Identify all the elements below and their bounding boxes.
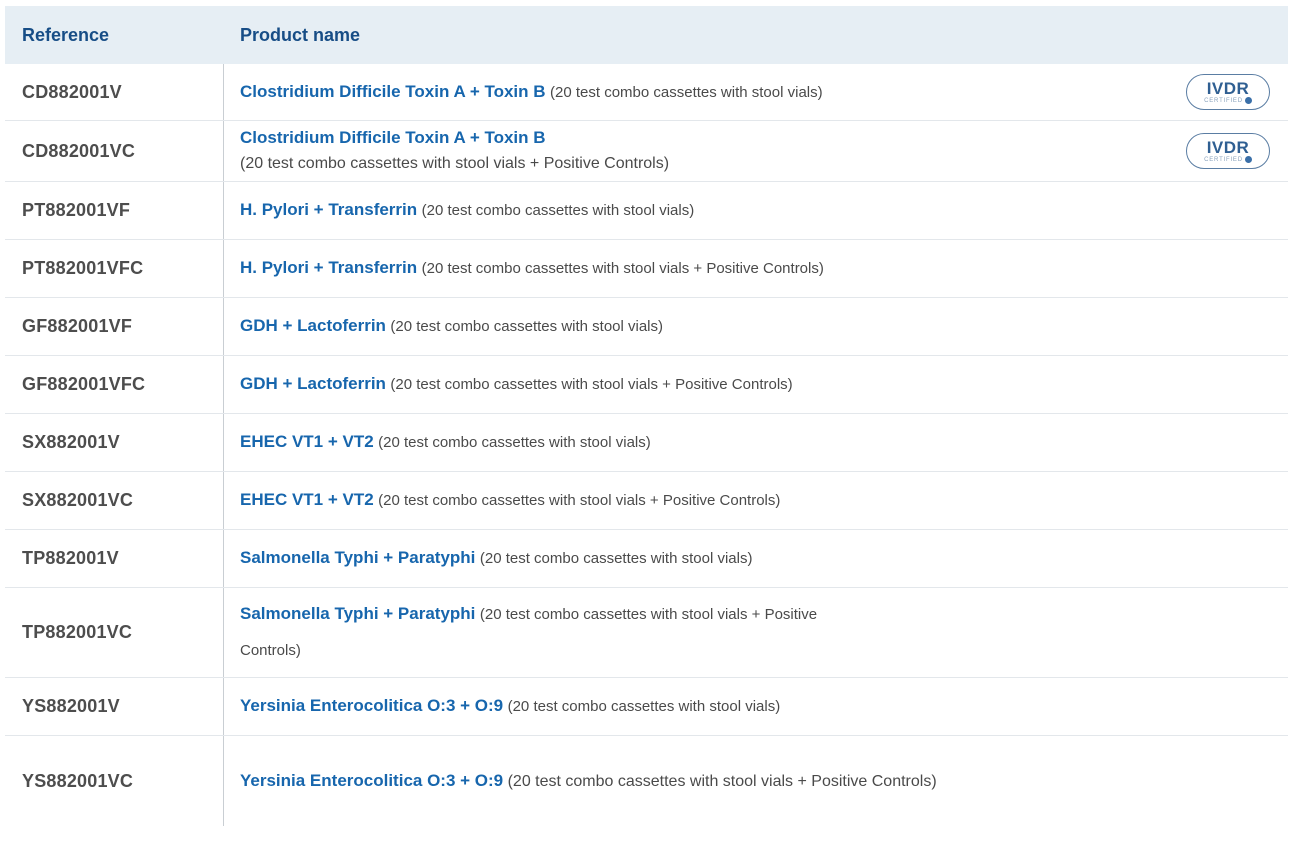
product-name-link[interactable]: EHEC VT1 + VT2 [240, 490, 374, 509]
header-product-label: Product name [240, 24, 361, 45]
table-row: CD882001V Clostridium Difficile Toxin A … [5, 64, 1288, 121]
ivdr-certified-badge: IVDR CERTIFIED [1186, 74, 1270, 110]
product-name-link[interactable]: GDH + Lactoferrin [240, 374, 386, 393]
check-icon [1244, 97, 1252, 104]
reference-cell: PT882001VF [5, 182, 224, 239]
product-cell: H. Pylori + Transferrin (20 test combo c… [224, 182, 1288, 239]
product-name-link[interactable]: GDH + Lactoferrin [240, 316, 386, 335]
reference-cell: GF882001VF [5, 298, 224, 355]
product-name-link[interactable]: EHEC VT1 + VT2 [240, 432, 374, 451]
product-description-continued: Controls) [240, 642, 301, 659]
reference-cell: YS882001VC [5, 736, 224, 826]
table-row: TP882001VC Salmonella Typhi + Paratyphi … [5, 588, 1288, 678]
reference-cell: SX882001VC [5, 472, 224, 529]
table-row: PT882001VF H. Pylori + Transferrin (20 t… [5, 182, 1288, 240]
reference-code: GF882001VFC [22, 374, 146, 394]
table-row: YS882001VC Yersinia Enterocolitica O:3 +… [5, 736, 1288, 826]
product-cell: H. Pylori + Transferrin (20 test combo c… [224, 240, 1288, 297]
reference-cell: YS882001V [5, 678, 224, 735]
reference-code: YS882001V [22, 696, 120, 716]
product-description: (20 test combo cassettes with stool vial… [378, 434, 651, 451]
product-cell: EHEC VT1 + VT2 (20 test combo cassettes … [224, 414, 1288, 471]
badge-title: IVDR [1206, 137, 1250, 157]
product-description: (20 test combo cassettes with stool vial… [479, 606, 818, 623]
reference-code: CD882001VC [22, 140, 136, 161]
product-cell: Salmonella Typhi + Paratyphi (20 test co… [224, 530, 1288, 587]
reference-code: TP882001VC [22, 622, 133, 642]
reference-cell: SX882001V [5, 414, 224, 471]
product-name-link[interactable]: Clostridium Difficile Toxin A + Toxin B [240, 125, 546, 151]
reference-code: GF882001VF [22, 316, 133, 336]
product-description: (20 test combo cassettes with stool vial… [378, 492, 781, 509]
product-name-link[interactable]: Clostridium Difficile Toxin A + Toxin B [240, 82, 546, 101]
ivdr-certified-badge: IVDR CERTIFIED [1186, 133, 1270, 169]
table-row: SX882001V EHEC VT1 + VT2 (20 test combo … [5, 414, 1288, 472]
product-name-link[interactable]: Salmonella Typhi + Paratyphi [240, 604, 475, 623]
product-cell: Salmonella Typhi + Paratyphi (20 test co… [224, 588, 1288, 677]
reference-code: SX882001V [22, 432, 120, 452]
badge-subtitle: CERTIFIED [1204, 97, 1243, 104]
product-cell: Clostridium Difficile Toxin A + Toxin B … [224, 121, 1288, 181]
table-row: CD882001VC Clostridium Difficile Toxin A… [5, 121, 1288, 182]
product-name-link[interactable]: Yersinia Enterocolitica O:3 + O:9 [240, 696, 503, 715]
table-header: Reference Product name [5, 6, 1288, 64]
product-name-link[interactable]: Salmonella Typhi + Paratyphi [240, 548, 475, 567]
reference-cell: GF882001VFC [5, 356, 224, 413]
product-description: (20 test combo cassettes with stool vial… [240, 155, 670, 172]
product-cell: GDH + Lactoferrin (20 test combo cassett… [224, 298, 1288, 355]
header-reference: Reference [5, 6, 224, 64]
product-table: Reference Product name CD882001V Clostri… [5, 6, 1288, 826]
product-cell: GDH + Lactoferrin (20 test combo cassett… [224, 356, 1288, 413]
product-cell: Yersinia Enterocolitica O:3 + O:9 (20 te… [224, 678, 1288, 735]
reference-cell: CD882001V [5, 64, 224, 120]
reference-cell: TP882001V [5, 530, 224, 587]
product-description: (20 test combo cassettes with stool vial… [421, 202, 695, 219]
table-row: YS882001V Yersinia Enterocolitica O:3 + … [5, 678, 1288, 736]
product-description: (20 test combo cassettes with stool vial… [507, 698, 781, 715]
product-cell: Clostridium Difficile Toxin A + Toxin B … [224, 64, 1288, 120]
product-name-link[interactable]: H. Pylori + Transferrin [240, 200, 417, 219]
product-name-link[interactable]: H. Pylori + Transferrin [240, 258, 417, 277]
header-reference-label: Reference [22, 24, 110, 45]
reference-code: YS882001VC [22, 770, 134, 791]
product-cell: Yersinia Enterocolitica O:3 + O:9 (20 te… [224, 736, 1288, 826]
product-description: (20 test combo cassettes with stool vial… [421, 260, 824, 277]
reference-code: CD882001V [22, 81, 122, 102]
reference-cell: CD882001VC [5, 121, 224, 181]
header-product-name: Product name [224, 6, 1288, 64]
product-cell: EHEC VT1 + VT2 (20 test combo cassettes … [224, 472, 1288, 529]
reference-cell: TP882001VC [5, 588, 224, 677]
product-description: (20 test combo cassettes with stool vial… [507, 772, 937, 790]
reference-code: TP882001V [22, 548, 119, 568]
table-row: SX882001VC EHEC VT1 + VT2 (20 test combo… [5, 472, 1288, 530]
product-description: (20 test combo cassettes with stool vial… [550, 83, 823, 101]
reference-code: PT882001VF [22, 200, 131, 220]
table-row: TP882001V Salmonella Typhi + Paratyphi (… [5, 530, 1288, 588]
check-icon [1244, 156, 1252, 163]
reference-code: PT882001VFC [22, 258, 144, 278]
table-row: GF882001VFC GDH + Lactoferrin (20 test c… [5, 356, 1288, 414]
product-description: (20 test combo cassettes with stool vial… [390, 318, 664, 335]
table-row: PT882001VFC H. Pylori + Transferrin (20 … [5, 240, 1288, 298]
product-description: (20 test combo cassettes with stool vial… [390, 376, 793, 393]
badge-title: IVDR [1206, 78, 1250, 98]
badge-subtitle: CERTIFIED [1204, 156, 1243, 163]
product-name-link[interactable]: Yersinia Enterocolitica O:3 + O:9 [240, 771, 503, 790]
reference-code: SX882001VC [22, 490, 134, 510]
table-row: GF882001VF GDH + Lactoferrin (20 test co… [5, 298, 1288, 356]
reference-cell: PT882001VFC [5, 240, 224, 297]
product-description: (20 test combo cassettes with stool vial… [479, 550, 753, 567]
